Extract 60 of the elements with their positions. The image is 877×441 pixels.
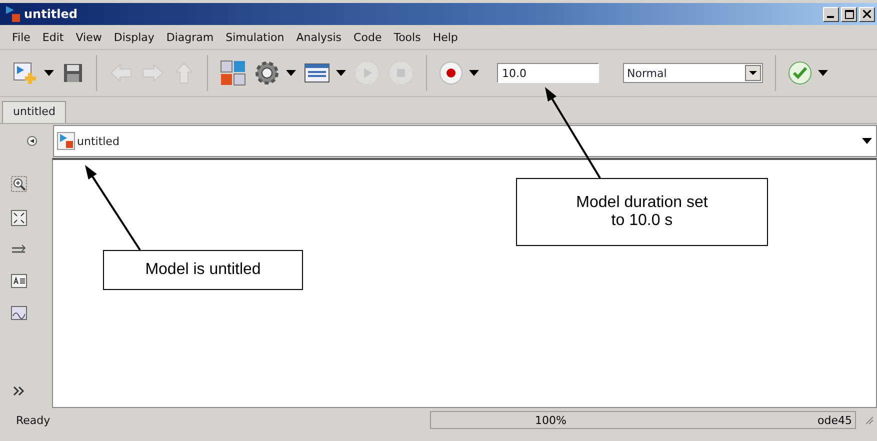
menu-item[interactable]: File (6, 30, 36, 44)
annotation-icon[interactable] (11, 274, 27, 288)
new-model-button[interactable] (12, 60, 38, 86)
caret-icon[interactable] (469, 70, 479, 76)
settings-button[interactable] (254, 60, 280, 86)
zoom-level: 100% (535, 414, 566, 426)
zoom-icon[interactable] (11, 176, 27, 192)
model-icon (57, 132, 75, 150)
menu-item[interactable]: Diagram (160, 30, 220, 44)
double-arrow-icon[interactable] (11, 244, 27, 256)
table-icon (304, 62, 330, 84)
resize-grip-icon[interactable] (864, 415, 874, 425)
stop-time-field[interactable]: 10.0 (497, 63, 599, 83)
model-icon (4, 5, 22, 23)
record-icon (439, 61, 463, 85)
caret-icon[interactable] (862, 138, 872, 144)
close-button[interactable] (859, 6, 875, 22)
check-button[interactable] (788, 61, 812, 85)
save-button[interactable] (62, 62, 84, 84)
solver-name: ode45 (818, 414, 852, 426)
up-arrow-icon (173, 61, 195, 85)
history-arrow-icon[interactable] (27, 136, 37, 146)
simulation-mode-dropdown[interactable]: Normal (623, 63, 763, 83)
maximize-icon (844, 10, 854, 18)
callout-box: Model duration set to 10.0 s (516, 178, 768, 246)
status-text: Ready (16, 414, 50, 426)
check-icon (788, 61, 812, 85)
minimize-button[interactable] (823, 6, 839, 22)
menu-item[interactable]: Edit (36, 30, 70, 44)
explorer-button[interactable] (304, 62, 330, 84)
play-icon (354, 60, 380, 86)
image-icon[interactable] (11, 306, 27, 320)
caret-icon[interactable] (286, 70, 296, 76)
library-button[interactable] (220, 60, 246, 86)
menu-item[interactable]: Display (108, 30, 160, 44)
fit-view-icon[interactable] (11, 210, 27, 226)
close-icon (863, 10, 871, 18)
callout-box: Model is untitled (103, 250, 303, 290)
left-arrow-icon (109, 62, 133, 84)
window-title: untitled (24, 7, 78, 21)
menu-item[interactable]: Tools (388, 30, 427, 44)
menu-item[interactable]: Code (348, 30, 388, 44)
caret-icon[interactable] (44, 70, 54, 76)
menu-item[interactable]: Analysis (290, 30, 348, 44)
caret-icon[interactable] (818, 70, 828, 76)
tab[interactable]: untitled (2, 101, 66, 123)
stop-icon (388, 60, 414, 86)
right-arrow-icon (141, 62, 165, 84)
caret-icon[interactable] (336, 70, 346, 76)
record-button[interactable] (439, 61, 463, 85)
maximize-button[interactable] (841, 6, 857, 22)
block-grid-icon (220, 60, 246, 86)
menu-item[interactable]: Simulation (220, 30, 290, 44)
menu-item[interactable]: Help (426, 30, 464, 44)
breadcrumb[interactable]: untitled (77, 134, 120, 148)
double-chevron-icon[interactable] (13, 386, 25, 396)
menu-item[interactable]: View (70, 30, 108, 44)
settings-icon (254, 60, 280, 86)
new-model-icon (12, 60, 38, 86)
address-bar[interactable]: untitled (53, 125, 877, 157)
